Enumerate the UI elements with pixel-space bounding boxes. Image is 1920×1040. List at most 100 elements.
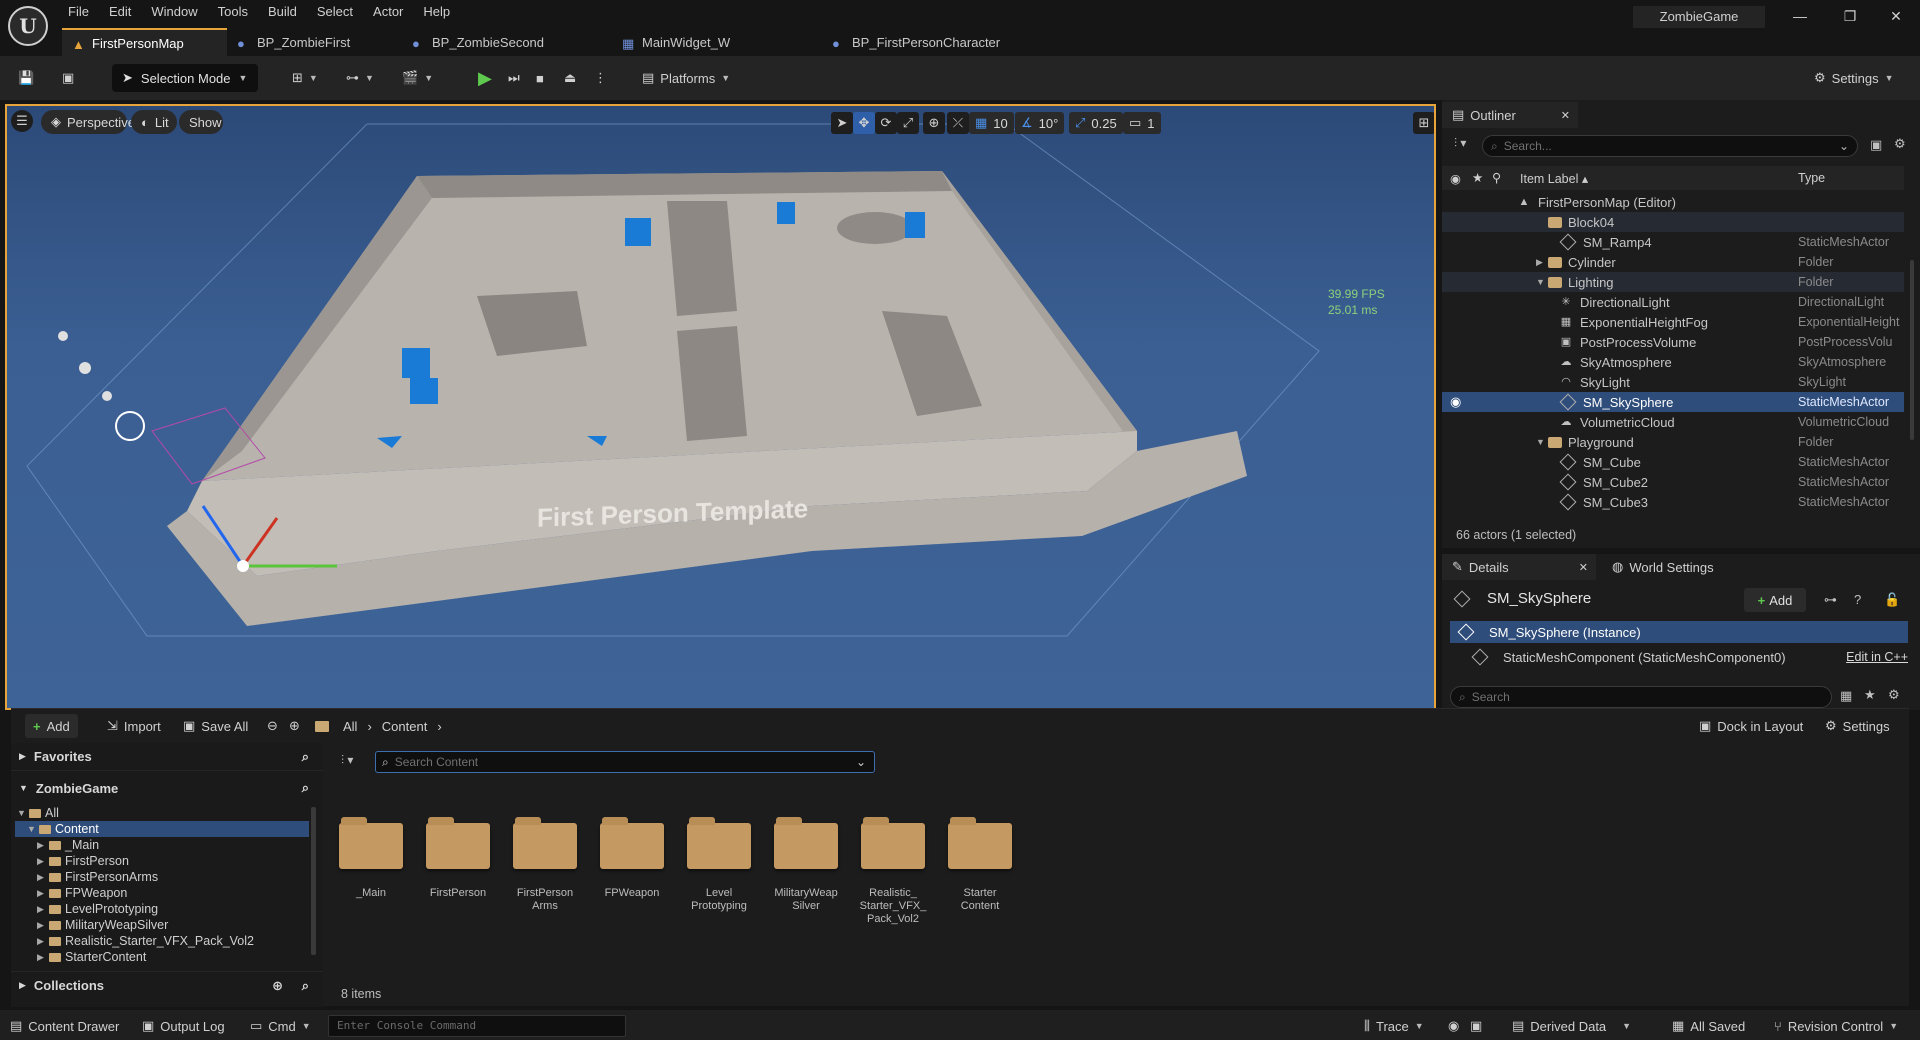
all-saved-button[interactable]: ▦ All Saved bbox=[1672, 1016, 1745, 1036]
tab-firstpersonmap[interactable]: ▲ FirstPersonMap bbox=[62, 28, 227, 56]
tree-row[interactable]: ▣ PostProcessVolume PostProcessVolu bbox=[1442, 332, 1904, 352]
tree-row[interactable]: ▦ ExponentialHeightFog ExponentialHeight bbox=[1442, 312, 1904, 332]
star-icon[interactable]: ★ bbox=[1864, 687, 1876, 703]
item-label-header[interactable]: Item Label ▴ bbox=[1520, 171, 1588, 186]
tab-bp-zombiesecond[interactable]: ● BP_ZombieSecond bbox=[402, 28, 612, 56]
chevron-right-icon[interactable]: ▶ bbox=[1536, 257, 1548, 268]
step-button[interactable]: ⏭ bbox=[502, 64, 526, 92]
chevron-down-icon[interactable]: ▼ bbox=[1536, 277, 1548, 287]
viewport-menu-icon[interactable]: ☰ bbox=[11, 110, 33, 132]
save-button[interactable]: 💾 bbox=[12, 64, 40, 92]
translate-icon[interactable]: ✥ bbox=[853, 112, 875, 134]
scale-snap-button[interactable]: ⤢ 0.25 bbox=[1069, 112, 1123, 134]
screenshot-icon[interactable]: ▣ bbox=[1470, 1016, 1482, 1036]
tree-scrollbar[interactable] bbox=[311, 807, 316, 955]
grid-snap-button[interactable]: ▦ 10 bbox=[969, 112, 1014, 134]
folder-tile[interactable]: Starter Content bbox=[943, 817, 1017, 953]
menu-select[interactable]: Select bbox=[307, 2, 363, 22]
save-all-button[interactable]: ▣ Save All bbox=[175, 714, 256, 738]
camera-speed-button[interactable]: ▭ 1 bbox=[1123, 112, 1161, 134]
menu-build[interactable]: Build bbox=[258, 2, 307, 22]
tree-item-firstperson[interactable]: ▶ FirstPerson bbox=[15, 853, 309, 869]
add-collection-icon[interactable]: ⊕ bbox=[272, 978, 283, 994]
tree-row[interactable]: SM_Cube3 StaticMeshActor bbox=[1442, 492, 1904, 512]
tree-row[interactable]: SM_Cube2 StaticMeshActor bbox=[1442, 472, 1904, 492]
rotate-icon[interactable]: ⟳ bbox=[875, 112, 897, 134]
level-viewport[interactable]: First Person Template ☰ ◈ Perspective ◐ … bbox=[5, 104, 1436, 710]
settings-button[interactable]: ⚙ Settings bbox=[1817, 714, 1898, 738]
trace-button[interactable]: ⫼ Trace ▼ bbox=[1364, 1016, 1424, 1036]
visibility-icon[interactable]: ◉ bbox=[1450, 394, 1461, 410]
minimize-icon[interactable]: — bbox=[1780, 4, 1820, 28]
cinematics-button[interactable]: 🎬 ▼ bbox=[396, 64, 439, 92]
tree-row[interactable]: ☁ VolumetricCloud VolumetricCloud bbox=[1442, 412, 1904, 432]
help-icon[interactable]: ? bbox=[1854, 592, 1861, 607]
perspective-button[interactable]: ◈ Perspective bbox=[41, 110, 135, 134]
selection-mode-dropdown[interactable]: ➤ Selection Mode ▼ bbox=[112, 64, 258, 92]
stop-button[interactable]: ■ bbox=[530, 64, 550, 92]
tree-row[interactable]: ▲ FirstPersonMap (Editor) bbox=[1442, 192, 1904, 212]
tab-mainwidget[interactable]: ▦ MainWidget_W bbox=[612, 28, 822, 56]
details-search-input[interactable]: ⌕ Search bbox=[1450, 686, 1832, 708]
outliner-search-input[interactable]: ⌕ Search... ⌄ bbox=[1482, 135, 1858, 157]
folder-tile[interactable]: Level Prototyping bbox=[682, 817, 756, 953]
chevron-right-icon[interactable]: › bbox=[437, 719, 441, 734]
menu-actor[interactable]: Actor bbox=[363, 2, 413, 22]
tree-item-realistic-vfx[interactable]: ▶ Realistic_Starter_VFX_Pack_Vol2 bbox=[15, 933, 309, 949]
tab-bp-zombiefirst[interactable]: ● BP_ZombieFirst bbox=[227, 28, 402, 56]
add-folder-icon[interactable]: ▣ bbox=[1870, 137, 1882, 153]
menu-file[interactable]: File bbox=[58, 2, 99, 22]
filter-icon[interactable]: ⫶ ▾ bbox=[1454, 136, 1466, 151]
lock-icon[interactable]: 🔓 bbox=[1884, 592, 1900, 608]
chevron-down-icon[interactable]: ▼ bbox=[1536, 437, 1548, 447]
tree-row[interactable]: SM_Cube StaticMeshActor bbox=[1442, 452, 1904, 472]
folder-tile[interactable]: FirstPerson bbox=[421, 817, 495, 953]
folder-tile[interactable]: Realistic_ Starter_VFX_ Pack_Vol2 bbox=[856, 817, 930, 953]
favorites-header[interactable]: ▶ Favorites ⌕ bbox=[11, 743, 323, 771]
console-input[interactable]: Enter Console Command bbox=[328, 1015, 626, 1037]
show-button[interactable]: Show bbox=[179, 110, 223, 134]
folder-tile[interactable]: _Main bbox=[334, 817, 408, 953]
component-row-selected[interactable]: SM_SkySphere (Instance) bbox=[1450, 621, 1908, 643]
menu-tools[interactable]: Tools bbox=[208, 2, 258, 22]
blueprint-icon[interactable]: ⊶ bbox=[1824, 592, 1837, 608]
tree-item-content[interactable]: ▼ Content bbox=[15, 821, 309, 837]
tree-row[interactable]: SM_Ramp4 StaticMeshActor bbox=[1442, 232, 1904, 252]
tree-item-startercontent[interactable]: ▶ StarterContent bbox=[15, 949, 309, 965]
close-icon[interactable]: ✕ bbox=[1561, 109, 1570, 122]
breadcrumb-content[interactable]: Content bbox=[382, 719, 428, 734]
restore-icon[interactable]: ❐ bbox=[1830, 4, 1870, 28]
tree-item-firstpersonarms[interactable]: ▶ FirstPersonArms bbox=[15, 869, 309, 885]
folder-tile[interactable]: FirstPerson Arms bbox=[508, 817, 582, 953]
tab-bp-firstpersoncharacter[interactable]: ● BP_FirstPersonCharacter bbox=[822, 28, 1042, 56]
select-mode-icon[interactable]: ➤ bbox=[831, 112, 853, 134]
tree-row[interactable]: ▶ Cylinder Folder bbox=[1442, 252, 1904, 272]
blueprint-button[interactable]: ⊶ ▼ bbox=[340, 64, 380, 92]
outliner-tab[interactable]: ▤ Outliner ✕ bbox=[1442, 102, 1578, 128]
menu-window[interactable]: Window bbox=[141, 2, 207, 22]
scale-icon[interactable]: ⤢ bbox=[897, 112, 919, 134]
record-icon[interactable]: ◉ bbox=[1448, 1016, 1459, 1036]
content-search-input[interactable]: ⌕ Search Content ⌄ bbox=[375, 751, 875, 773]
search-icon[interactable]: ⌕ bbox=[302, 780, 309, 796]
pin-icon[interactable]: ⚲ bbox=[1492, 170, 1501, 185]
add-button[interactable]: + Add bbox=[25, 714, 78, 738]
play-button[interactable]: ▶ bbox=[472, 64, 498, 92]
eject-button[interactable]: ⏏ bbox=[558, 64, 582, 92]
revision-control-button[interactable]: ⑂ Revision Control ▼ bbox=[1774, 1016, 1898, 1036]
collections-header[interactable]: ▶ Collections ⊕ ⌕ bbox=[11, 971, 323, 999]
unreal-logo-icon[interactable]: U bbox=[8, 6, 48, 46]
menu-help[interactable]: Help bbox=[413, 2, 460, 22]
tree-item-all[interactable]: ▼ All bbox=[15, 805, 309, 821]
tree-row[interactable]: Block04 bbox=[1442, 212, 1904, 232]
add-component-button[interactable]: + Add bbox=[1744, 588, 1806, 612]
play-options-button[interactable]: ⋮ bbox=[588, 64, 613, 92]
browse-button[interactable]: ▣ bbox=[56, 64, 80, 92]
table-view-icon[interactable]: ▦ bbox=[1840, 688, 1852, 704]
platforms-button[interactable]: ▤ Platforms ▼ bbox=[636, 64, 736, 92]
project-header[interactable]: ▼ ZombieGame ⌕ bbox=[11, 774, 323, 802]
settings-button[interactable]: ⚙ Settings ▼ bbox=[1808, 64, 1900, 92]
folder-tile[interactable]: FPWeapon bbox=[595, 817, 669, 953]
edit-cpp-link[interactable]: Edit in C++ bbox=[1846, 650, 1908, 664]
derived-data-button[interactable]: ▤ Derived Data ▼ bbox=[1512, 1016, 1631, 1036]
